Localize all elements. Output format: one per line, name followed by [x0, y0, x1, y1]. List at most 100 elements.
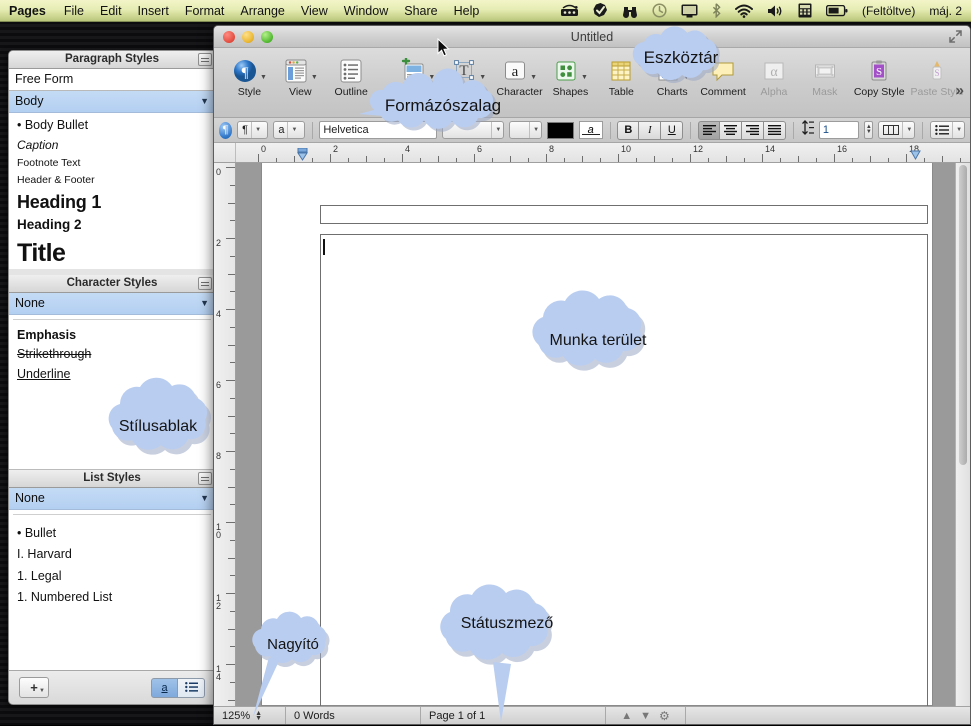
calculator-icon[interactable] [791, 0, 819, 22]
text-color-swatch[interactable] [547, 121, 574, 139]
style-item-caption[interactable]: Caption [9, 136, 215, 155]
ruler-tick-minor [438, 156, 439, 162]
character-style-popup[interactable]: a ▼ [273, 121, 305, 139]
character-style-selected-none[interactable]: None ▼ [9, 292, 215, 315]
menu-item-arrange[interactable]: Arrange [232, 0, 292, 22]
time-machine-icon[interactable] [645, 0, 674, 22]
checkmark-badge-icon[interactable] [586, 0, 615, 22]
chevron-down-icon[interactable]: ▼ [200, 96, 209, 106]
align-justify-button[interactable] [764, 120, 787, 140]
menu-item-share[interactable]: Share [396, 0, 445, 22]
page-down-icon[interactable]: ▼ [640, 710, 651, 722]
character-toggle-label: a [161, 681, 168, 694]
paragraph-style-popup[interactable]: ¶ ▼ [237, 121, 269, 139]
columns-popup[interactable]: ▼ [878, 121, 916, 139]
alignment-group [698, 120, 787, 140]
gear-icon[interactable]: ⚙ [659, 709, 670, 723]
toolbar-button-alpha[interactable]: α Alpha [749, 54, 800, 98]
underline-button[interactable]: U [661, 120, 684, 140]
battery-icon[interactable] [819, 0, 855, 22]
chevron-down-icon[interactable]: ▼ [260, 74, 267, 84]
align-right-button[interactable] [742, 120, 765, 140]
menu-item-help[interactable]: Help [446, 0, 488, 22]
toolbar-overflow-button[interactable]: » [956, 82, 964, 99]
style-item-legal[interactable]: 1. Legal [9, 566, 215, 588]
list-popup[interactable]: ▼ [930, 121, 966, 139]
align-left-button[interactable] [698, 120, 721, 140]
paragraph-style-selected-body[interactable]: Body ▼ [9, 91, 215, 113]
clock-label[interactable]: máj. 2 [922, 0, 969, 22]
style-item-header-footer[interactable]: Header & Footer [9, 172, 215, 189]
menu-item-file[interactable]: File [56, 0, 92, 22]
paragraph-styles-resize-grip[interactable] [198, 53, 212, 66]
page-navigation[interactable]: ▲ ▼ ⚙ [606, 706, 686, 724]
toolbar-label-table: Table [608, 86, 634, 98]
character-view-toggle[interactable]: a [151, 677, 178, 698]
window-titlebar[interactable]: Untitled [214, 26, 970, 48]
horizontal-ruler[interactable]: 02468101214161820 [214, 143, 970, 163]
wifi-icon[interactable] [728, 0, 760, 22]
right-indent-marker[interactable] [909, 148, 922, 161]
style-item-harvard[interactable]: I. Harvard [9, 544, 215, 566]
line-spacing-stepper[interactable]: ▲ ▼ [864, 121, 874, 139]
airport-modem-icon[interactable] [553, 0, 586, 22]
style-item-body-bullet[interactable]: • Body Bullet [9, 116, 215, 136]
vertical-scrollbar[interactable] [955, 163, 970, 706]
display-icon[interactable] [674, 0, 705, 22]
page-up-icon[interactable]: ▲ [621, 710, 632, 722]
document-page[interactable] [261, 163, 933, 706]
chevron-down-icon[interactable]: ▼ [200, 298, 209, 308]
menu-item-edit[interactable]: Edit [92, 0, 130, 22]
binoculars-icon[interactable] [615, 0, 645, 22]
style-item-heading-2[interactable]: Heading 2 [9, 215, 215, 236]
menu-item-pages[interactable]: Pages [0, 0, 56, 22]
chevron-down-icon[interactable]: ▼ [311, 74, 318, 84]
vertical-scrollbar-thumb[interactable] [959, 165, 967, 465]
style-item-strikethrough[interactable]: Strikethrough [9, 345, 215, 365]
list-icon [184, 681, 198, 695]
style-item-footnote[interactable]: Footnote Text [9, 155, 215, 172]
character-styles-resize-grip[interactable] [198, 276, 212, 290]
add-style-button[interactable]: + ▼ [19, 677, 49, 698]
free-form-row[interactable]: Free Form [9, 69, 215, 91]
style-item-title[interactable]: Title [9, 236, 215, 268]
svg-text:a: a [512, 64, 519, 80]
chevron-down-icon[interactable]: ▼ [200, 493, 209, 503]
toolbar-button-mask[interactable]: Mask [799, 54, 850, 98]
ruler-tick-major [226, 238, 235, 239]
style-item-bullet[interactable]: • Bullet [9, 523, 215, 545]
menu-item-view[interactable]: View [293, 0, 336, 22]
ruler-tick-major [906, 154, 907, 162]
volume-icon[interactable] [760, 0, 791, 22]
left-indent-marker[interactable] [296, 147, 309, 161]
chevron-down-icon[interactable]: ▼ [530, 74, 537, 84]
ruler-tick-minor [230, 468, 235, 470]
toolbar-button-shapes[interactable]: ▼ Shapes [545, 54, 596, 98]
style-item-emphasis[interactable]: Emphasis [9, 326, 215, 346]
paragraph-mark-button[interactable]: ¶ [219, 121, 233, 139]
list-style-selected-none[interactable]: None ▼ [9, 487, 215, 510]
style-item-heading-1[interactable]: Heading 1 [9, 189, 215, 216]
toolbar-button-style[interactable]: ¶ ▼ Style [224, 54, 275, 98]
text-style-preview[interactable]: a [578, 121, 603, 139]
chevron-down-icon[interactable]: ▼ [581, 74, 588, 84]
header-text-box[interactable] [320, 205, 928, 224]
menu-item-insert[interactable]: Insert [130, 0, 177, 22]
bluetooth-icon[interactable] [705, 0, 728, 22]
style-item-numbered-list[interactable]: 1. Numbered List [9, 587, 215, 609]
divider [793, 121, 794, 139]
horizontal-ruler-track[interactable]: 02468101214161820 [236, 143, 970, 162]
line-spacing-field[interactable]: 1 [818, 121, 860, 139]
bold-button[interactable]: B [617, 120, 640, 140]
menu-item-window[interactable]: Window [336, 0, 396, 22]
toolbar-button-view[interactable]: ▼ View [275, 54, 326, 98]
document-canvas[interactable] [236, 163, 970, 706]
align-center-button[interactable] [720, 120, 743, 140]
toolbar-button-copy-style[interactable]: S Copy Style [850, 54, 908, 98]
columns-icon [883, 125, 900, 135]
menu-item-format[interactable]: Format [177, 0, 233, 22]
italic-button[interactable]: I [639, 120, 662, 140]
fullscreen-icon[interactable] [949, 30, 962, 48]
list-view-toggle[interactable] [178, 677, 205, 698]
ruler-tick-minor [420, 158, 421, 162]
